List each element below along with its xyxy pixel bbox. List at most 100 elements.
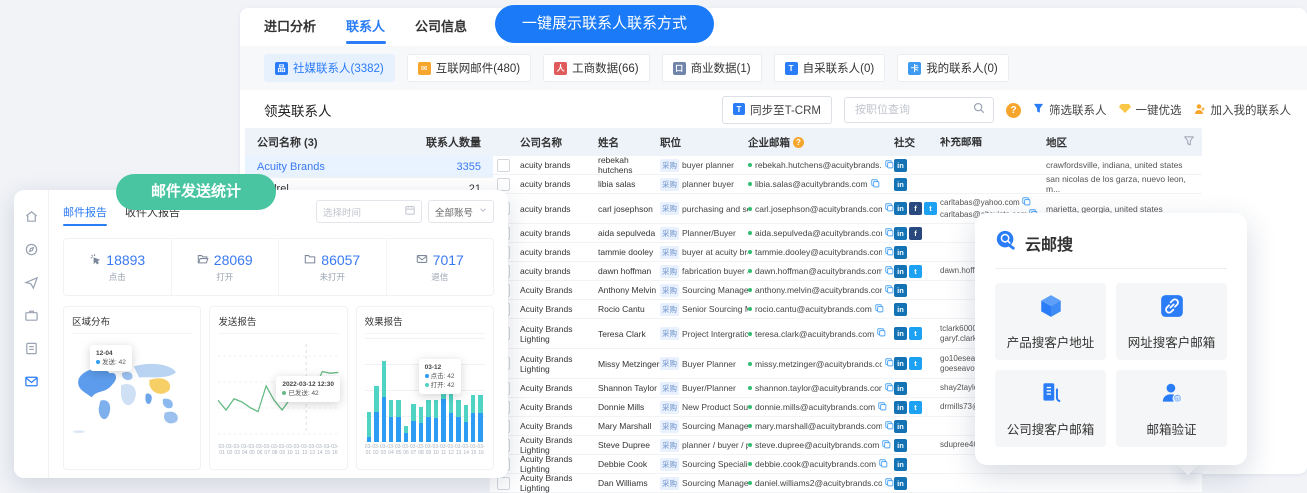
contact-region: crawfordsville, indiana, united states <box>1046 160 1202 170</box>
date-range-picker[interactable]: 选择时间 <box>316 200 422 223</box>
verified-dot <box>748 362 752 366</box>
source-chip[interactable]: 口商业数据(1) <box>662 54 762 82</box>
mail-stats-panel: 邮件报告收件人报告 选择时间 全部账号 18893点击28069打开86057未… <box>14 190 508 478</box>
bar-segment-open <box>478 395 482 414</box>
copy-icon[interactable] <box>1022 197 1031 209</box>
linkedin-icon[interactable]: in <box>894 246 907 259</box>
linkedin-icon[interactable]: in <box>894 420 907 433</box>
contacts-table-header: 公司名称 姓名 职位 企业邮箱 ? 社交 补充邮箱 地区 <box>490 128 1202 156</box>
tab-进口分析[interactable]: 进口分析 <box>264 8 316 46</box>
one-click-optimize-button[interactable]: 一键优选 <box>1119 102 1182 118</box>
twitter-icon[interactable]: t <box>909 327 922 340</box>
contact-socials: in <box>894 246 940 259</box>
twitter-icon[interactable]: t <box>909 265 922 278</box>
home-icon[interactable] <box>23 208 39 224</box>
copy-icon[interactable] <box>885 383 894 394</box>
linkedin-icon[interactable]: in <box>894 382 907 395</box>
copy-icon[interactable] <box>875 304 884 315</box>
briefcase-icon[interactable] <box>23 307 39 323</box>
contact-company: Acuity Brands Lighting <box>516 473 598 493</box>
source-chip[interactable]: 人工商数据(66) <box>543 54 649 82</box>
linkedin-icon[interactable]: in <box>894 265 907 278</box>
contact-socials: in <box>894 439 940 452</box>
purchase-tag: 采购 <box>660 202 679 215</box>
linkedin-icon[interactable]: in <box>894 303 907 316</box>
copy-icon[interactable] <box>882 440 891 451</box>
sync-tcrm-button[interactable]: T 同步至T-CRM <box>722 96 832 124</box>
help-icon[interactable]: ? <box>1006 103 1021 118</box>
copy-icon[interactable] <box>878 402 887 413</box>
source-chip[interactable]: 卡我的联系人(0) <box>897 54 1009 82</box>
email-help-icon[interactable]: ? <box>793 137 804 148</box>
twitter-icon[interactable]: t <box>909 357 922 370</box>
extra-email: carltabas@yahoo.com <box>940 197 1046 209</box>
linkedin-icon[interactable]: in <box>894 327 907 340</box>
facebook-icon[interactable]: f <box>909 202 922 215</box>
cloud-card-link[interactable]: 网址搜客户邮箱 <box>1116 283 1227 360</box>
email-text: rocio.cantu@acuitybrands.com <box>755 304 872 314</box>
linkedin-icon[interactable]: in <box>894 178 907 191</box>
compass-icon[interactable] <box>23 241 39 257</box>
folder-icon <box>304 252 316 268</box>
search-icon[interactable] <box>973 101 985 119</box>
source-chip[interactable]: T自采联系人(0) <box>774 54 886 82</box>
source-chip[interactable]: 品社媒联系人(3382) <box>264 54 395 82</box>
copy-icon[interactable] <box>885 421 894 432</box>
copy-icon[interactable] <box>871 179 880 190</box>
cloud-card-company-docs[interactable]: 公司搜客户邮箱 <box>995 370 1106 447</box>
verified-dot <box>748 386 752 390</box>
company-row[interactable]: Acuity Brands3355 <box>245 156 493 178</box>
position-search-input[interactable] <box>853 103 973 117</box>
copy-icon[interactable] <box>885 358 894 369</box>
calendar-icon <box>405 205 415 218</box>
account-select[interactable]: 全部账号 <box>428 200 494 223</box>
facebook-icon[interactable]: f <box>909 227 922 240</box>
copy-icon[interactable] <box>877 328 886 339</box>
copy-icon[interactable] <box>885 266 894 277</box>
copy-icon[interactable] <box>885 160 894 171</box>
contact-title: 采购planner buyer <box>660 178 748 191</box>
row-checkbox[interactable] <box>497 178 510 191</box>
add-to-my-contacts-button[interactable]: 加入我的联系人 <box>1194 102 1292 118</box>
linkedin-icon[interactable]: in <box>894 202 907 215</box>
mail-return-icon <box>416 252 428 268</box>
copy-icon[interactable] <box>879 459 888 470</box>
copy-icon[interactable] <box>885 203 894 214</box>
send-icon[interactable] <box>23 274 39 290</box>
contact-name: tammie dooley <box>598 247 660 257</box>
region-filter-icon[interactable] <box>1184 136 1194 149</box>
bar-column <box>434 400 438 442</box>
source-chip[interactable]: ✉互联网邮件(480) <box>407 54 531 82</box>
mail-icon[interactable] <box>23 373 39 389</box>
bar-column <box>464 405 468 442</box>
linkedin-icon[interactable]: in <box>894 401 907 414</box>
copy-icon[interactable] <box>885 478 894 489</box>
cloud-panel-title: 云邮搜 <box>1025 231 1073 255</box>
position-search-box[interactable] <box>844 97 994 123</box>
mail-stat: 18893点击 <box>64 239 172 295</box>
mail-panel-tab[interactable]: 邮件报告 <box>63 204 107 220</box>
copy-icon[interactable] <box>885 247 894 258</box>
linkedin-icon[interactable]: in <box>894 159 907 172</box>
contact-company: acuity brands <box>516 228 598 238</box>
linkedin-icon[interactable]: in <box>894 458 907 471</box>
row-checkbox[interactable] <box>497 159 510 172</box>
cloud-card-email-verify[interactable]: @邮箱验证 <box>1116 370 1227 447</box>
linkedin-icon[interactable]: in <box>894 284 907 297</box>
linkedin-icon[interactable]: in <box>894 357 907 370</box>
title-text: fabrication buyer an <box>682 266 748 276</box>
linkedin-icon[interactable]: in <box>894 227 907 240</box>
row-checkbox[interactable] <box>497 477 510 490</box>
tab-联系人[interactable]: 联系人 <box>346 8 385 46</box>
bar-segment-click <box>396 417 400 442</box>
filter-contacts-button[interactable]: 筛选联系人 <box>1033 102 1107 118</box>
tab-公司信息[interactable]: 公司信息 <box>415 8 467 46</box>
copy-icon[interactable] <box>885 228 894 239</box>
report-icon[interactable] <box>23 340 39 356</box>
linkedin-icon[interactable]: in <box>894 439 907 452</box>
linkedin-icon[interactable]: in <box>894 477 907 490</box>
copy-icon[interactable] <box>885 285 894 296</box>
cloud-card-cube[interactable]: 产品搜客户地址 <box>995 283 1106 360</box>
twitter-icon[interactable]: t <box>924 202 937 215</box>
twitter-icon[interactable]: t <box>909 401 922 414</box>
